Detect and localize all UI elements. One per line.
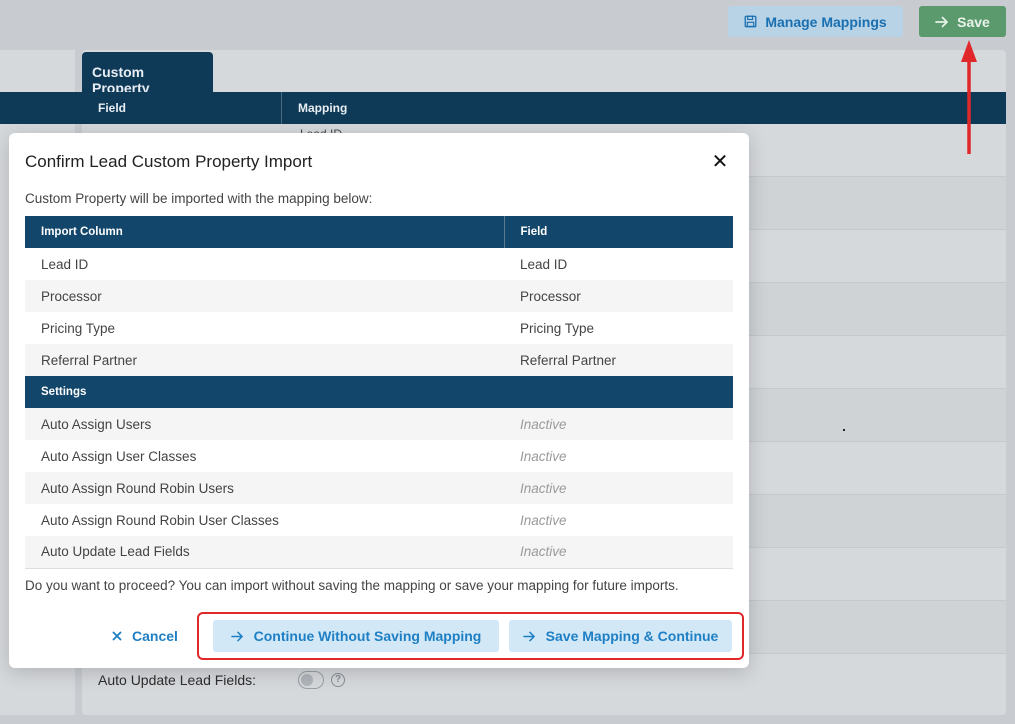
help-icon[interactable]: ? [331, 673, 345, 687]
import-column-cell: Pricing Type [25, 312, 504, 344]
cancel-button[interactable]: Cancel [112, 621, 187, 651]
save-disk-icon [744, 15, 757, 28]
save-button[interactable]: Save [919, 6, 1006, 37]
save-mapping-continue-label: Save Mapping & Continue [545, 628, 719, 644]
setting-name: Auto Assign Round Robin User Classes [25, 504, 504, 536]
background-column-mapping: Mapping [298, 101, 348, 115]
tab-custom-property[interactable]: Custom Property [82, 52, 213, 96]
modal-intro-text: Custom Property will be imported with th… [25, 191, 373, 206]
mapping-table-header: Import Column Field [25, 216, 733, 248]
column-import-column: Import Column [25, 216, 505, 248]
table-row: Lead ID Lead ID [25, 248, 733, 280]
close-icon [112, 631, 122, 641]
annotation-arrow-icon [961, 40, 977, 154]
field-cell: Lead ID [504, 248, 733, 280]
save-mapping-continue-button[interactable]: Save Mapping & Continue [509, 620, 732, 652]
save-label: Save [957, 13, 990, 30]
background-column-field: Field [82, 92, 282, 124]
background-left-header [0, 92, 82, 124]
import-column-cell: Processor [25, 280, 504, 312]
setting-name: Auto Assign Round Robin Users [25, 472, 504, 504]
close-icon[interactable]: ✕ [711, 152, 729, 172]
table-row: Processor Processor [25, 280, 733, 312]
setting-name: Auto Assign Users [25, 408, 504, 440]
table-row: Pricing Type Pricing Type [25, 312, 733, 344]
settings-row: Auto Assign Users Inactive [25, 408, 733, 440]
field-cell: Pricing Type [504, 312, 733, 344]
confirm-import-modal: Confirm Lead Custom Property Import ✕ Cu… [9, 133, 749, 668]
field-cell: Referral Partner [504, 344, 733, 376]
arrow-right-icon [935, 16, 948, 27]
arrow-right-icon [522, 631, 535, 641]
setting-value: Inactive [504, 472, 733, 504]
setting-value: Inactive [504, 504, 733, 536]
modal-question-text: Do you want to proceed? You can import w… [25, 578, 679, 593]
cancel-label: Cancel [132, 628, 178, 644]
settings-row: Auto Assign Round Robin User Classes Ina… [25, 504, 733, 536]
column-field: Field [504, 216, 733, 248]
settings-row: Auto Assign Round Robin Users Inactive [25, 472, 733, 504]
continue-without-saving-button[interactable]: Continue Without Saving Mapping [213, 620, 499, 652]
background-table-header: Field Mapping [82, 92, 1006, 124]
import-column-cell: Lead ID [25, 248, 504, 280]
import-column-cell: Referral Partner [25, 344, 504, 376]
settings-row: Auto Update Lead Fields Inactive [25, 536, 733, 569]
setting-name: Auto Update Lead Fields [25, 536, 504, 569]
manage-mappings-button[interactable]: Manage Mappings [728, 6, 903, 37]
mapping-table: Import Column Field Lead ID Lead ID Proc… [25, 216, 733, 569]
setting-value: Inactive [504, 536, 733, 569]
settings-row: Auto Assign User Classes Inactive [25, 440, 733, 472]
auto-update-lead-fields-toggle[interactable] [298, 671, 324, 689]
table-row: Referral Partner Referral Partner [25, 344, 733, 376]
auto-update-lead-fields-label: Auto Update Lead Fields: [98, 672, 256, 688]
modal-title: Confirm Lead Custom Property Import [25, 152, 313, 171]
setting-value: Inactive [504, 408, 733, 440]
settings-header-row: Settings [25, 376, 733, 408]
setting-value: Inactive [504, 440, 733, 472]
manage-mappings-label: Manage Mappings [765, 13, 887, 30]
arrow-right-icon [230, 631, 243, 641]
continue-without-saving-label: Continue Without Saving Mapping [253, 628, 482, 644]
settings-header: Settings [25, 376, 733, 408]
field-cell: Processor [504, 280, 733, 312]
setting-name: Auto Assign User Classes [25, 440, 504, 472]
cursor-dot [843, 429, 845, 431]
